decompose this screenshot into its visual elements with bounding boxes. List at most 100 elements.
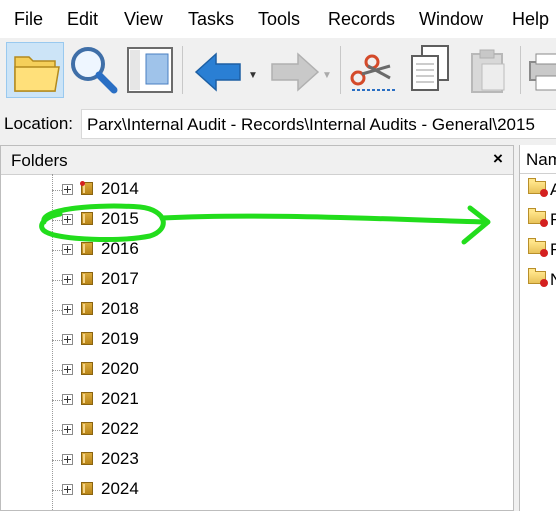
list-item[interactable]: N	[526, 267, 556, 295]
expand-icon[interactable]	[62, 484, 73, 495]
list-item[interactable]: A	[526, 177, 556, 205]
record-folder-icon	[81, 362, 93, 375]
menu-tools[interactable]: Tools	[258, 8, 300, 30]
list-item[interactable]: F	[526, 207, 556, 235]
tree-connector	[52, 490, 62, 491]
tree-item-label: 2015	[101, 209, 139, 228]
record-folder-icon	[81, 482, 93, 495]
tree-item-2017[interactable]: 2017	[52, 266, 261, 296]
tree-item-2020[interactable]: 2020	[52, 356, 261, 386]
record-folder-icon	[81, 272, 93, 285]
tree-connector	[52, 430, 62, 431]
record-folder-icon	[81, 332, 93, 345]
menu-records[interactable]: Records	[328, 8, 395, 30]
tree-connector	[52, 370, 62, 371]
tree-item-label: 2022	[101, 419, 139, 438]
tree-connector	[52, 250, 62, 251]
restricted-folder-icon	[528, 178, 548, 197]
location-field[interactable]: Parx\Internal Audit - Records\Internal A…	[81, 109, 556, 139]
scissors-icon	[350, 54, 396, 91]
tree-item-2018[interactable]: 2018	[52, 296, 261, 326]
menu-help[interactable]: Help	[512, 8, 549, 30]
tree-item-label: 2016	[101, 239, 139, 258]
list-item-label: F	[550, 240, 556, 260]
name-column-header[interactable]: Nam	[520, 145, 556, 174]
tree-connector	[52, 310, 62, 311]
expand-icon[interactable]	[62, 304, 73, 315]
folders-panel-title: Folders	[11, 151, 68, 170]
menu-tasks[interactable]: Tasks	[188, 8, 234, 30]
expand-icon[interactable]	[62, 394, 73, 405]
record-folder-icon	[81, 302, 93, 315]
expand-icon[interactable]	[62, 244, 73, 255]
close-icon[interactable]: ×	[493, 149, 503, 169]
expand-icon[interactable]	[62, 214, 73, 225]
folders-panel-header: Folders ×	[1, 146, 513, 175]
tree-item-label: 2023	[101, 449, 139, 468]
copy-button[interactable]	[404, 42, 458, 98]
forward-dropdown-icon[interactable]: ▼	[322, 70, 332, 81]
menu-bar: File Edit View Tasks Tools Records Windo…	[0, 0, 556, 38]
tree-item-2024[interactable]: 2024	[52, 476, 261, 506]
expand-icon[interactable]	[62, 334, 73, 345]
tree-item-2016[interactable]: 2016	[52, 236, 261, 266]
tree-connector	[52, 280, 62, 281]
tree-connector	[52, 460, 62, 461]
record-folder-icon	[81, 212, 93, 225]
tree-connector	[52, 400, 62, 401]
menu-view[interactable]: View	[124, 8, 163, 30]
toolbar-separator	[182, 46, 183, 94]
toolbar: ▼ ▼	[0, 38, 556, 102]
location-bar: Location: Parx\Internal Audit - Records\…	[0, 108, 556, 140]
tree-connector	[52, 190, 62, 191]
tree-item-2021[interactable]: 2021	[52, 386, 261, 416]
record-folder-icon	[81, 422, 93, 435]
tree-connector	[52, 220, 62, 221]
menu-file[interactable]: File	[14, 8, 43, 30]
paste-icon	[471, 49, 505, 93]
expand-icon[interactable]	[62, 454, 73, 465]
restricted-folder-icon	[528, 268, 548, 287]
list-item-label: F	[550, 210, 556, 230]
tree-item-label: 2024	[101, 479, 139, 498]
tree-item-label: 2014	[101, 179, 139, 198]
expand-icon[interactable]	[62, 184, 73, 195]
tree-item-2015[interactable]: 2015	[52, 206, 261, 236]
forward-arrow-icon	[271, 52, 320, 92]
printer-icon	[529, 53, 556, 91]
expand-icon[interactable]	[62, 364, 73, 375]
back-dropdown-icon[interactable]: ▼	[248, 70, 258, 81]
tree-item-2014[interactable]: 2014	[52, 176, 261, 206]
folders-button[interactable]	[6, 42, 64, 98]
menu-edit[interactable]: Edit	[67, 8, 98, 30]
tree-item-2023[interactable]: 2023	[52, 446, 261, 476]
restricted-folder-icon	[528, 238, 548, 257]
cut-button[interactable]	[346, 42, 400, 98]
restricted-badge-icon	[80, 181, 85, 186]
location-label: Location:	[4, 114, 73, 133]
tree-item-label: 2021	[101, 389, 139, 408]
menu-window[interactable]: Window	[419, 8, 483, 30]
record-folder-icon	[80, 181, 93, 195]
print-button[interactable]	[526, 42, 556, 98]
record-folder-icon	[81, 392, 93, 405]
back-button[interactable]: ▼	[190, 42, 262, 98]
toolbar-separator	[520, 46, 521, 94]
folders-panel: Folders × 2014 2015 2016 2017 2018 2019	[0, 145, 514, 511]
preview-pane-button[interactable]	[124, 42, 176, 98]
expand-icon[interactable]	[62, 274, 73, 285]
location-path: Parx\Internal Audit - Records\Internal A…	[87, 115, 535, 134]
paste-button[interactable]	[462, 42, 516, 98]
tree-item-2019[interactable]: 2019	[52, 326, 261, 356]
magnifier-icon	[71, 47, 118, 94]
copy-icon	[411, 45, 449, 91]
tree-item-2022[interactable]: 2022	[52, 416, 261, 446]
forward-button[interactable]: ▼	[264, 42, 336, 98]
column-header-label: Nam	[526, 150, 556, 169]
expand-icon[interactable]	[62, 424, 73, 435]
list-item[interactable]: F	[526, 237, 556, 265]
restricted-folder-icon	[528, 208, 548, 227]
tree-item-label: 2017	[101, 269, 139, 288]
toolbar-separator	[340, 46, 341, 94]
search-button[interactable]	[66, 42, 122, 98]
